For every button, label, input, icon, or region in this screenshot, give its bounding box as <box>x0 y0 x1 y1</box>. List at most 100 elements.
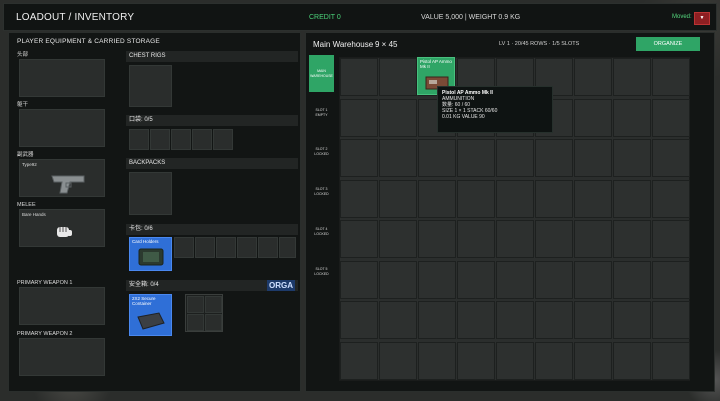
tab-main-warehouse[interactable]: MAIN WAREHOUSE <box>309 55 334 92</box>
grid-cell[interactable] <box>379 139 417 177</box>
tab-slot-3[interactable]: SLOT 3 LOCKED <box>309 173 334 210</box>
grid-cell[interactable] <box>535 301 573 339</box>
slot-box[interactable] <box>19 109 105 147</box>
grid-cell[interactable] <box>652 98 690 137</box>
slot-box[interactable]: Bare Hands <box>19 209 105 247</box>
grid-cell[interactable] <box>457 179 495 218</box>
grid-cell[interactable] <box>340 341 378 380</box>
secure-slot[interactable] <box>205 314 222 331</box>
tab-slot-2[interactable]: SLOT 2 LOCKED <box>309 133 334 170</box>
organize-safe-button[interactable]: ORGA <box>267 280 295 291</box>
grid-cell[interactable] <box>418 341 456 380</box>
grid-cell[interactable] <box>379 260 417 299</box>
grid-cell[interactable] <box>418 139 456 177</box>
grid-cell[interactable] <box>652 179 690 218</box>
pocket-slot[interactable] <box>171 129 191 150</box>
grid-cell[interactable] <box>496 301 534 339</box>
slot-box[interactable] <box>19 338 105 376</box>
grid-cell[interactable] <box>418 220 456 258</box>
pocket-slot[interactable] <box>150 129 170 150</box>
grid-cell[interactable] <box>613 98 651 137</box>
grid-cell[interactable] <box>340 98 378 137</box>
grid-cell[interactable] <box>418 260 456 299</box>
grid-cell[interactable] <box>535 139 573 177</box>
grid-cell[interactable] <box>613 58 651 96</box>
grid-cell[interactable] <box>652 341 690 380</box>
card-slot[interactable] <box>216 237 236 258</box>
card-slot[interactable] <box>195 237 215 258</box>
grid-cell[interactable] <box>340 260 378 299</box>
secure-slot[interactable] <box>187 296 204 313</box>
grid-cell[interactable] <box>535 220 573 258</box>
grid-cell[interactable] <box>574 179 612 218</box>
card-slot[interactable] <box>237 237 257 258</box>
grid-cell[interactable] <box>340 139 378 177</box>
grid-cell[interactable] <box>652 220 690 258</box>
torso-slot[interactable]: 躯干 <box>17 101 105 147</box>
grid-cell[interactable] <box>613 179 651 218</box>
tab-slot-4[interactable]: SLOT 4 LOCKED <box>309 213 334 250</box>
grid-cell[interactable] <box>535 341 573 380</box>
grid-cell[interactable] <box>652 301 690 339</box>
grid-cell[interactable] <box>574 260 612 299</box>
grid-cell[interactable] <box>535 260 573 299</box>
grid-cell[interactable] <box>379 179 417 218</box>
grid-cell[interactable] <box>574 58 612 96</box>
grid-cell[interactable] <box>457 139 495 177</box>
tab-slot-1[interactable]: SLOT 1 EMPTY <box>309 94 334 131</box>
grid-cell[interactable] <box>457 260 495 299</box>
grid-cell[interactable] <box>496 260 534 299</box>
primary-weapon-1-slot[interactable]: PRIMARY WEAPON 1 <box>17 279 105 325</box>
card-slot[interactable] <box>174 237 194 258</box>
grid-cell[interactable] <box>418 179 456 218</box>
grid-cell[interactable] <box>574 301 612 339</box>
grid-cell[interactable] <box>535 179 573 218</box>
grid-cell[interactable] <box>340 301 378 339</box>
grid-cell[interactable] <box>457 341 495 380</box>
card-slot[interactable] <box>258 237 278 258</box>
grid-cell[interactable] <box>457 301 495 339</box>
primary-weapon-2-slot[interactable]: PRIMARY WEAPON 2 <box>17 330 105 376</box>
grid-cell[interactable] <box>496 341 534 380</box>
sidearm-slot[interactable]: 副武器 Type92 <box>17 151 105 197</box>
backpack-slot[interactable] <box>129 172 172 215</box>
pocket-slot[interactable] <box>213 129 233 150</box>
grid-cell[interactable] <box>418 301 456 339</box>
grid-cell[interactable] <box>574 139 612 177</box>
grid-cell[interactable] <box>613 341 651 380</box>
secure-container-item[interactable]: 2X2 Secure Container <box>129 294 172 336</box>
slot-box[interactable] <box>19 287 105 325</box>
grid-cell[interactable] <box>574 98 612 137</box>
slot-box[interactable]: Type92 <box>19 159 105 197</box>
pocket-slot[interactable] <box>129 129 149 150</box>
card-slot[interactable] <box>279 237 296 258</box>
moved-dropdown-button[interactable]: ▼ <box>694 12 710 25</box>
chest-rig-slot[interactable] <box>129 65 172 107</box>
grid-cell[interactable] <box>379 58 417 96</box>
grid-cell[interactable] <box>613 139 651 177</box>
grid-cell[interactable] <box>496 220 534 258</box>
grid-cell[interactable] <box>574 341 612 380</box>
grid-cell[interactable] <box>652 139 690 177</box>
grid-cell[interactable] <box>340 220 378 258</box>
melee-slot[interactable]: MELEE Bare Hands <box>17 201 105 247</box>
grid-cell[interactable] <box>379 341 417 380</box>
grid-cell[interactable] <box>574 220 612 258</box>
secure-slot[interactable] <box>205 296 222 313</box>
head-slot[interactable]: 头部 <box>17 51 105 97</box>
grid-cell[interactable] <box>340 179 378 218</box>
pocket-slot[interactable] <box>192 129 212 150</box>
grid-cell[interactable] <box>340 58 378 96</box>
grid-cell[interactable] <box>652 260 690 299</box>
grid-cell[interactable] <box>457 220 495 258</box>
grid-cell[interactable] <box>496 139 534 177</box>
grid-cell[interactable] <box>613 260 651 299</box>
tab-slot-5[interactable]: SLOT 5 LOCKED <box>309 253 334 290</box>
slot-box[interactable] <box>19 59 105 97</box>
grid-cell[interactable] <box>379 301 417 339</box>
grid-cell[interactable] <box>496 179 534 218</box>
card-holder-item[interactable]: Card Holders <box>129 237 172 271</box>
grid-cell[interactable] <box>613 220 651 258</box>
grid-cell[interactable] <box>652 58 690 96</box>
organize-button[interactable]: ORGANIZE <box>636 37 700 51</box>
